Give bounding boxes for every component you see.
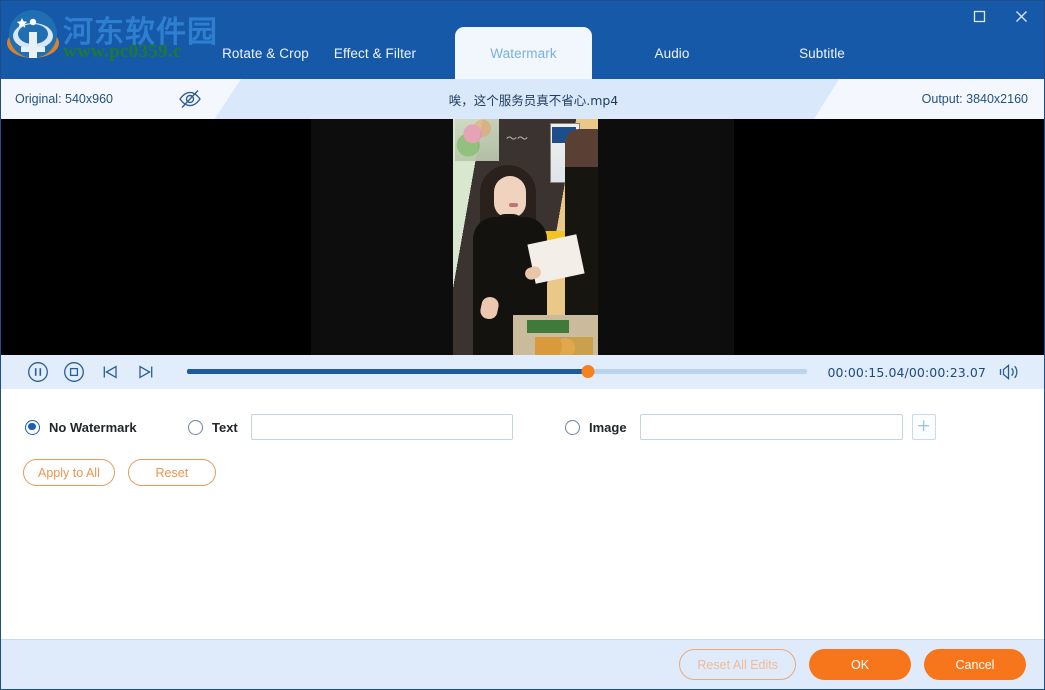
reset-all-edits-button[interactable]: Reset All Edits xyxy=(679,649,796,680)
option-text-watermark[interactable]: Text xyxy=(188,413,513,441)
output-resolution-panel: Output: 3840x2160 xyxy=(814,79,1044,119)
watermark-mode-row: No Watermark Text Image + xyxy=(1,413,1044,441)
tab-subtitle-label: Subtitle xyxy=(799,46,845,61)
video-editor-window: Rotate & Crop Effect & Filter Watermark … xyxy=(0,0,1045,690)
video-preview[interactable]: 〜～ xyxy=(1,119,1044,355)
previous-frame-icon[interactable] xyxy=(98,360,122,384)
tab-watermark[interactable]: Watermark xyxy=(455,27,592,79)
footer-buttons: Reset All Edits OK Cancel xyxy=(679,649,1026,680)
output-resolution-label: Output: 3840x2160 xyxy=(922,92,1028,106)
option-image-watermark[interactable]: Image + xyxy=(565,413,936,441)
title-bar: Rotate & Crop Effect & Filter Watermark … xyxy=(1,1,1044,79)
speaker-icon[interactable] xyxy=(998,362,1022,382)
stop-circle-icon[interactable] xyxy=(62,360,86,384)
text-watermark-input[interactable] xyxy=(251,414,513,440)
tab-audio-label: Audio xyxy=(654,46,689,61)
apply-to-all-button[interactable]: Apply to All xyxy=(23,459,115,486)
next-frame-icon[interactable] xyxy=(134,360,158,384)
plus-icon[interactable]: + xyxy=(912,414,936,440)
image-watermark-input[interactable] xyxy=(640,414,903,440)
ok-button[interactable]: OK xyxy=(809,649,911,680)
media-filename: 唉，这个服务员真不省心.mp4 xyxy=(241,79,826,119)
timecode-display: 00:00:15.04/00:00:23.07 xyxy=(827,355,986,389)
eye-off-icon[interactable] xyxy=(177,88,203,110)
cancel-button[interactable]: Cancel xyxy=(924,649,1026,680)
original-resolution-label: Original: 540x960 xyxy=(15,92,113,106)
no-watermark-label: No Watermark xyxy=(49,420,137,435)
close-icon[interactable] xyxy=(1004,2,1038,30)
watermark-actions: Apply to All Reset xyxy=(23,459,216,486)
tab-bar: Rotate & Crop Effect & Filter Watermark … xyxy=(1,27,1044,79)
image-watermark-label: Image xyxy=(589,420,627,435)
player-controls: 00:00:15.04/00:00:23.07 xyxy=(1,355,1044,389)
tab-audio[interactable]: Audio xyxy=(619,27,725,79)
preview-letterbox-right xyxy=(734,119,1044,355)
maximize-icon[interactable] xyxy=(962,2,996,30)
preview-letterbox-left xyxy=(1,119,311,355)
pause-circle-icon[interactable] xyxy=(26,360,50,384)
tab-effect-filter[interactable]: Effect & Filter xyxy=(306,27,444,79)
option-no-watermark[interactable]: No Watermark xyxy=(25,413,137,441)
preview-frame: 〜～ xyxy=(311,119,734,355)
reset-button[interactable]: Reset xyxy=(128,459,216,486)
text-watermark-label: Text xyxy=(212,420,238,435)
radio-text-watermark[interactable] xyxy=(188,420,203,435)
watermark-options-panel: No Watermark Text Image + Apply to All R… xyxy=(1,389,1044,639)
radio-no-watermark[interactable] xyxy=(25,420,40,435)
media-info-bar: Original: 540x960 唉，这个服务员真不省心.mp4 Output… xyxy=(1,79,1044,119)
original-resolution-panel: Original: 540x960 xyxy=(1,79,241,119)
tab-rotate-crop-label: Rotate & Crop xyxy=(222,46,309,61)
playback-buttons xyxy=(26,355,158,389)
tab-subtitle[interactable]: Subtitle xyxy=(769,27,875,79)
preview-video-image: 〜～ xyxy=(453,119,598,355)
seek-handle[interactable] xyxy=(582,365,595,378)
tab-effect-filter-label: Effect & Filter xyxy=(334,46,416,61)
seek-bar[interactable] xyxy=(187,355,807,389)
seek-progress xyxy=(187,369,588,374)
radio-image-watermark[interactable] xyxy=(565,420,580,435)
tab-watermark-label: Watermark xyxy=(490,46,556,61)
dialog-footer: Reset All Edits OK Cancel xyxy=(1,639,1044,689)
